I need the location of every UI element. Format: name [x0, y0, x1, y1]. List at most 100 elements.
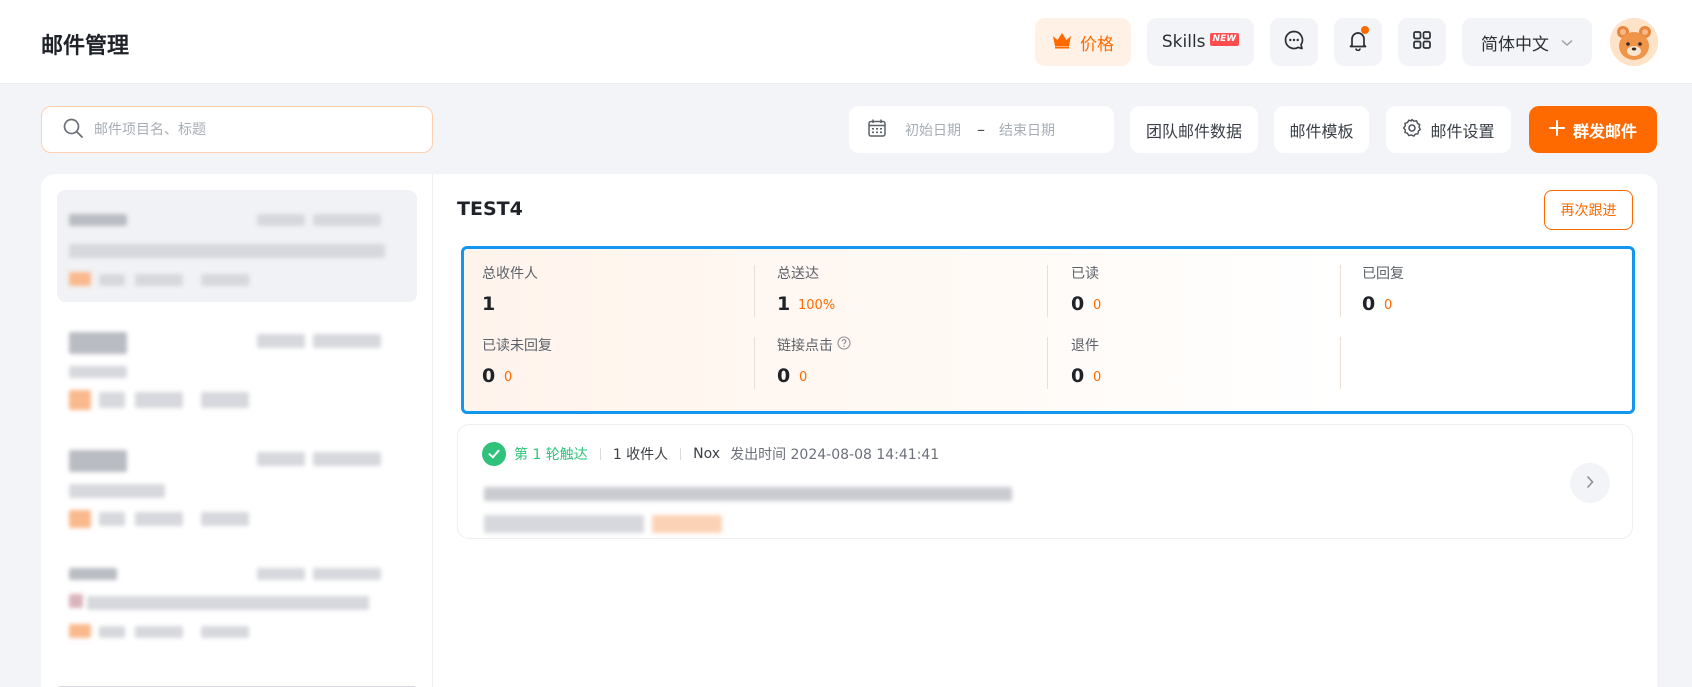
- list-item-date: [257, 452, 305, 466]
- language-label: 简体中文: [1481, 34, 1549, 55]
- notification-dot: [1361, 26, 1369, 34]
- list-item-stat: [99, 392, 125, 408]
- chevron-down-icon: [1561, 32, 1573, 52]
- stat-label: 总送达: [777, 266, 819, 282]
- list-item[interactable]: [57, 190, 417, 302]
- list-item-stat: [135, 626, 183, 638]
- stat-rate: 0: [1093, 370, 1102, 385]
- list-item-stat: [135, 274, 183, 286]
- skills-label: Skills: [1161, 32, 1206, 52]
- check-circle-icon: [482, 442, 506, 466]
- list-item-stat: [99, 274, 125, 286]
- list-item-badge: [69, 272, 91, 286]
- stat-read-no-reply[interactable]: 已读未回复 0 0: [482, 335, 752, 399]
- list-item-stat: [201, 626, 249, 638]
- stat-divider: [754, 265, 755, 317]
- search-icon: [62, 117, 84, 143]
- stat-rate: 100%: [798, 298, 836, 313]
- mail-settings-button[interactable]: 邮件设置: [1386, 106, 1511, 153]
- stat-unsubscribed[interactable]: 退件 0 0: [1071, 335, 1341, 399]
- crown-icon: [1052, 31, 1072, 54]
- list-item-title: [69, 450, 127, 472]
- stat-label: 总收件人: [482, 266, 538, 282]
- search-input[interactable]: [94, 121, 394, 138]
- list-item-title: [69, 332, 127, 354]
- stat-value: 0: [1071, 365, 1085, 387]
- stat-read[interactable]: 已读 0 0: [1071, 263, 1341, 327]
- apps-grid-icon: [1412, 30, 1432, 55]
- team-mail-data-label: 团队邮件数据: [1145, 121, 1242, 141]
- list-item-badge: [69, 510, 91, 528]
- divider: [680, 448, 682, 460]
- stat-divider: [754, 337, 755, 389]
- plus-icon: [1548, 119, 1565, 140]
- date-separator: –: [977, 120, 985, 139]
- stat-value: 0: [482, 365, 496, 387]
- divider: [599, 448, 601, 460]
- list-item-time: [313, 452, 381, 466]
- pricing-label: 价格: [1080, 34, 1114, 55]
- round-subject: [484, 487, 1012, 501]
- stat-rate: 0: [504, 370, 513, 385]
- round-label: 第 1 轮触达: [514, 447, 588, 463]
- date-start-input[interactable]: 初始日期: [905, 120, 961, 140]
- chevron-right-icon: [1585, 474, 1595, 493]
- mail-detail-panel: TEST4 再次跟进 总收件人 1 总送达 1 100% 已读 0 0 已回复 …: [433, 174, 1657, 687]
- list-item[interactable]: [57, 312, 417, 424]
- follow-up-button[interactable]: 再次跟进: [1544, 190, 1633, 230]
- list-item-subject: [87, 596, 369, 610]
- calendar-icon: [867, 118, 887, 142]
- list-item-title: [69, 568, 117, 580]
- list-item-subject: [69, 484, 165, 498]
- round-sender: Nox: [693, 446, 721, 462]
- stats-summary: 总收件人 1 总送达 1 100% 已读 0 0 已回复 0 0 已读未回复 0…: [461, 246, 1635, 414]
- stat-rate: 0: [1093, 298, 1102, 313]
- help-icon[interactable]: [837, 336, 851, 354]
- list-item-stat: [99, 626, 125, 638]
- list-item-date: [257, 214, 305, 226]
- date-range-picker[interactable]: 初始日期 – 结束日期: [849, 106, 1114, 153]
- list-item-time: [313, 334, 381, 348]
- language-select[interactable]: 简体中文: [1462, 18, 1592, 66]
- stat-divider: [1340, 337, 1341, 389]
- list-item-stat: [135, 392, 183, 408]
- list-item-date: [257, 334, 305, 348]
- mail-project-list: [41, 174, 433, 687]
- stat-label-text: 链接点击: [777, 338, 833, 354]
- notifications-button[interactable]: [1334, 18, 1382, 66]
- list-item-time: [313, 568, 381, 580]
- stat-label: 已回复: [1362, 266, 1404, 282]
- stat-value: 1: [777, 293, 791, 315]
- list-item-stat: [201, 274, 249, 286]
- list-item-subject: [69, 366, 127, 378]
- new-badge: NEW: [1209, 32, 1240, 46]
- round-recipients: 1 收件人: [612, 447, 669, 463]
- list-item[interactable]: [57, 556, 417, 668]
- round-tag: [652, 515, 722, 533]
- mail-template-button[interactable]: 邮件模板: [1274, 106, 1369, 153]
- skills-button[interactable]: Skills NEW: [1147, 18, 1254, 66]
- stat-divider: [1047, 265, 1048, 317]
- pricing-button[interactable]: 价格: [1035, 18, 1131, 66]
- list-item-flag: [69, 594, 83, 608]
- list-item-title: [69, 214, 127, 226]
- list-item-badge: [69, 390, 91, 410]
- team-mail-data-button[interactable]: 团队邮件数据: [1130, 106, 1258, 153]
- stat-link-clicks[interactable]: 链接点击 0 0: [777, 335, 1047, 399]
- mass-send-button[interactable]: 群发邮件: [1529, 106, 1657, 153]
- search-field[interactable]: [41, 106, 433, 153]
- avatar[interactable]: [1610, 18, 1658, 66]
- apps-button[interactable]: [1398, 18, 1446, 66]
- send-round-card[interactable]: 第 1 轮触达 1 收件人 Nox 发出时间 2024-08-08 14:41:…: [457, 424, 1633, 539]
- stat-divider: [1340, 265, 1341, 317]
- chat-button[interactable]: [1270, 18, 1318, 66]
- list-item[interactable]: [57, 434, 417, 546]
- date-end-input[interactable]: 结束日期: [999, 120, 1055, 140]
- stat-rate: 0: [799, 370, 808, 385]
- stat-label: 退件: [1071, 338, 1099, 354]
- top-header: 邮件管理 价格 Skills NEW 简体中文: [0, 0, 1692, 84]
- list-item-stat: [135, 512, 183, 526]
- list-item-date: [257, 568, 305, 580]
- round-detail-button[interactable]: [1570, 463, 1610, 503]
- stat-replied[interactable]: 已回复 0 0: [1362, 263, 1632, 327]
